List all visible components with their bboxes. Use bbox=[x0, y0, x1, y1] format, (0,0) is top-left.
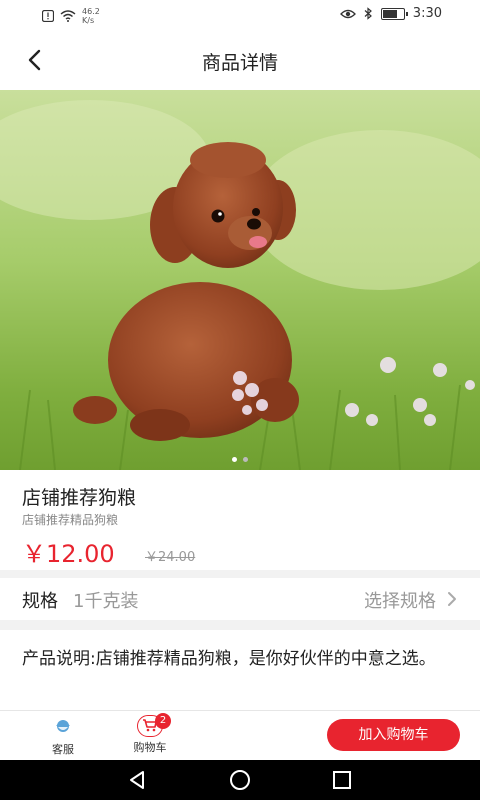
poodle-photo bbox=[0, 90, 480, 470]
recents-square-icon[interactable] bbox=[330, 768, 354, 792]
page-title: 商品详情 bbox=[201, 52, 278, 74]
alert-icon bbox=[42, 10, 54, 22]
cart-label: 购物车 bbox=[133, 741, 167, 754]
product-price: ￥12.00 bbox=[22, 540, 115, 568]
product-original-price: ￥24.00 bbox=[145, 550, 196, 565]
description-text: 产品说明:店铺推荐精品狗粮，是你好伙伴的中意之选。 bbox=[22, 649, 436, 669]
clock: 3:30 bbox=[412, 6, 442, 21]
carousel-dot[interactable] bbox=[243, 457, 248, 462]
net-speed: 46.2 K/s bbox=[82, 7, 100, 25]
home-circle-icon[interactable] bbox=[228, 768, 252, 792]
eye-icon bbox=[339, 9, 356, 18]
battery-icon bbox=[380, 7, 408, 20]
chevron-right-icon bbox=[448, 592, 456, 606]
carousel-dots bbox=[0, 457, 480, 462]
wifi-icon bbox=[60, 10, 76, 22]
add-to-cart-button[interactable]: 加入购物车 bbox=[327, 719, 460, 751]
bottom-action-bar: 客服 2 购物车 加入购物车 bbox=[0, 710, 480, 761]
product-info: 店铺推荐狗粮 店铺推荐精品狗粮 ￥12.00 ￥24.00 bbox=[0, 470, 480, 570]
customer-service-label: 客服 bbox=[52, 743, 74, 756]
battery-fill bbox=[382, 9, 398, 18]
cart-button[interactable]: 2 购物车 bbox=[120, 713, 180, 755]
status-bar: 46.2 K/s 3:30 bbox=[0, 0, 480, 30]
header: 商品详情 bbox=[0, 30, 480, 90]
product-name: 店铺推荐狗粮 bbox=[22, 487, 137, 509]
status-right: 3:30 bbox=[339, 6, 442, 21]
choose-spec-label: 选择规格 bbox=[364, 591, 436, 612]
spec-selector[interactable]: 规格 1千克装 选择规格 bbox=[0, 578, 480, 620]
product-image-carousel[interactable] bbox=[0, 90, 480, 470]
back-triangle-icon[interactable] bbox=[126, 768, 150, 792]
product-subtitle: 店铺推荐精品狗粮 bbox=[22, 513, 119, 527]
spec-value: 1千克装 bbox=[73, 591, 139, 612]
product-description: 产品说明:店铺推荐精品狗粮，是你好伙伴的中意之选。 bbox=[0, 630, 480, 710]
cart-count-badge: 2 bbox=[155, 713, 171, 729]
spec-label: 规格 bbox=[22, 591, 58, 612]
system-nav-bar bbox=[0, 760, 480, 800]
carousel-dot[interactable] bbox=[232, 457, 237, 462]
status-left: 46.2 K/s bbox=[42, 7, 100, 25]
customer-service-button[interactable]: 客服 bbox=[33, 715, 93, 757]
customer-service-icon bbox=[56, 720, 70, 732]
bluetooth-icon bbox=[364, 7, 372, 20]
net-speed-value: 46.2 bbox=[82, 7, 100, 16]
net-speed-unit: K/s bbox=[82, 16, 95, 25]
